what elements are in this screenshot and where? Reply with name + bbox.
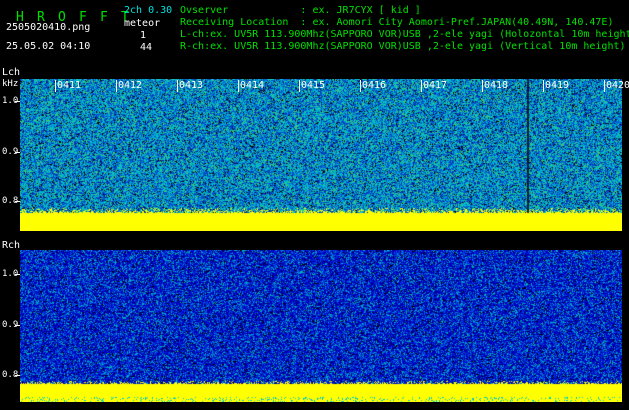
meteor-count-lch: 1	[140, 30, 147, 41]
time-label: 0417	[423, 80, 448, 91]
lch-spectrogram	[20, 79, 622, 231]
lch-unit: kHz	[2, 79, 19, 89]
channel-setting: 2ch 0.30	[124, 5, 173, 16]
location-line: Receiving Location : ex. Aomori City Aom…	[180, 17, 614, 28]
time-label: 0416	[362, 80, 387, 91]
time-tick	[177, 80, 178, 92]
rch-spectrogram-canvas	[20, 250, 622, 402]
time-tick	[238, 80, 239, 92]
time-label: 0411	[57, 80, 82, 91]
rch-spectrogram	[20, 250, 622, 402]
rch-config-line: R-ch:ex. UV5R 113.900Mhz(SAPPORO VOR)USB…	[180, 41, 626, 52]
time-tick	[482, 80, 483, 92]
title-letter: F	[100, 10, 108, 25]
observer-line: Ovserver : ex. JR7CYX [ kid ]	[180, 5, 421, 16]
time-tick	[604, 80, 605, 92]
time-label: 0413	[179, 80, 204, 91]
lch-config-line: L-ch:ex. UV5R 113.900Mhz(SAPPORO VOR)USB…	[180, 29, 629, 40]
meteor-label: meteor	[124, 18, 161, 29]
time-label: 0412	[118, 80, 143, 91]
time-tick	[116, 80, 117, 92]
time-tick	[360, 80, 361, 92]
time-label: 0418	[484, 80, 509, 91]
lch-label: Lch	[2, 67, 21, 78]
app-title: HROFFT	[4, 1, 142, 24]
lch-spectrogram-canvas	[20, 79, 622, 231]
time-label: 0419	[545, 80, 570, 91]
time-tick	[543, 80, 544, 92]
filename: 2505020410.png	[6, 22, 91, 33]
rch-label: Rch	[2, 240, 21, 251]
time-label: 0414	[240, 80, 265, 91]
time-label: 0415	[301, 80, 326, 91]
time-tick	[421, 80, 422, 92]
datetime: 25.05.02 04:10	[6, 41, 91, 52]
time-label: 0420	[606, 80, 629, 91]
meteor-count-rch: 44	[140, 42, 153, 53]
time-tick	[55, 80, 56, 92]
time-tick	[299, 80, 300, 92]
